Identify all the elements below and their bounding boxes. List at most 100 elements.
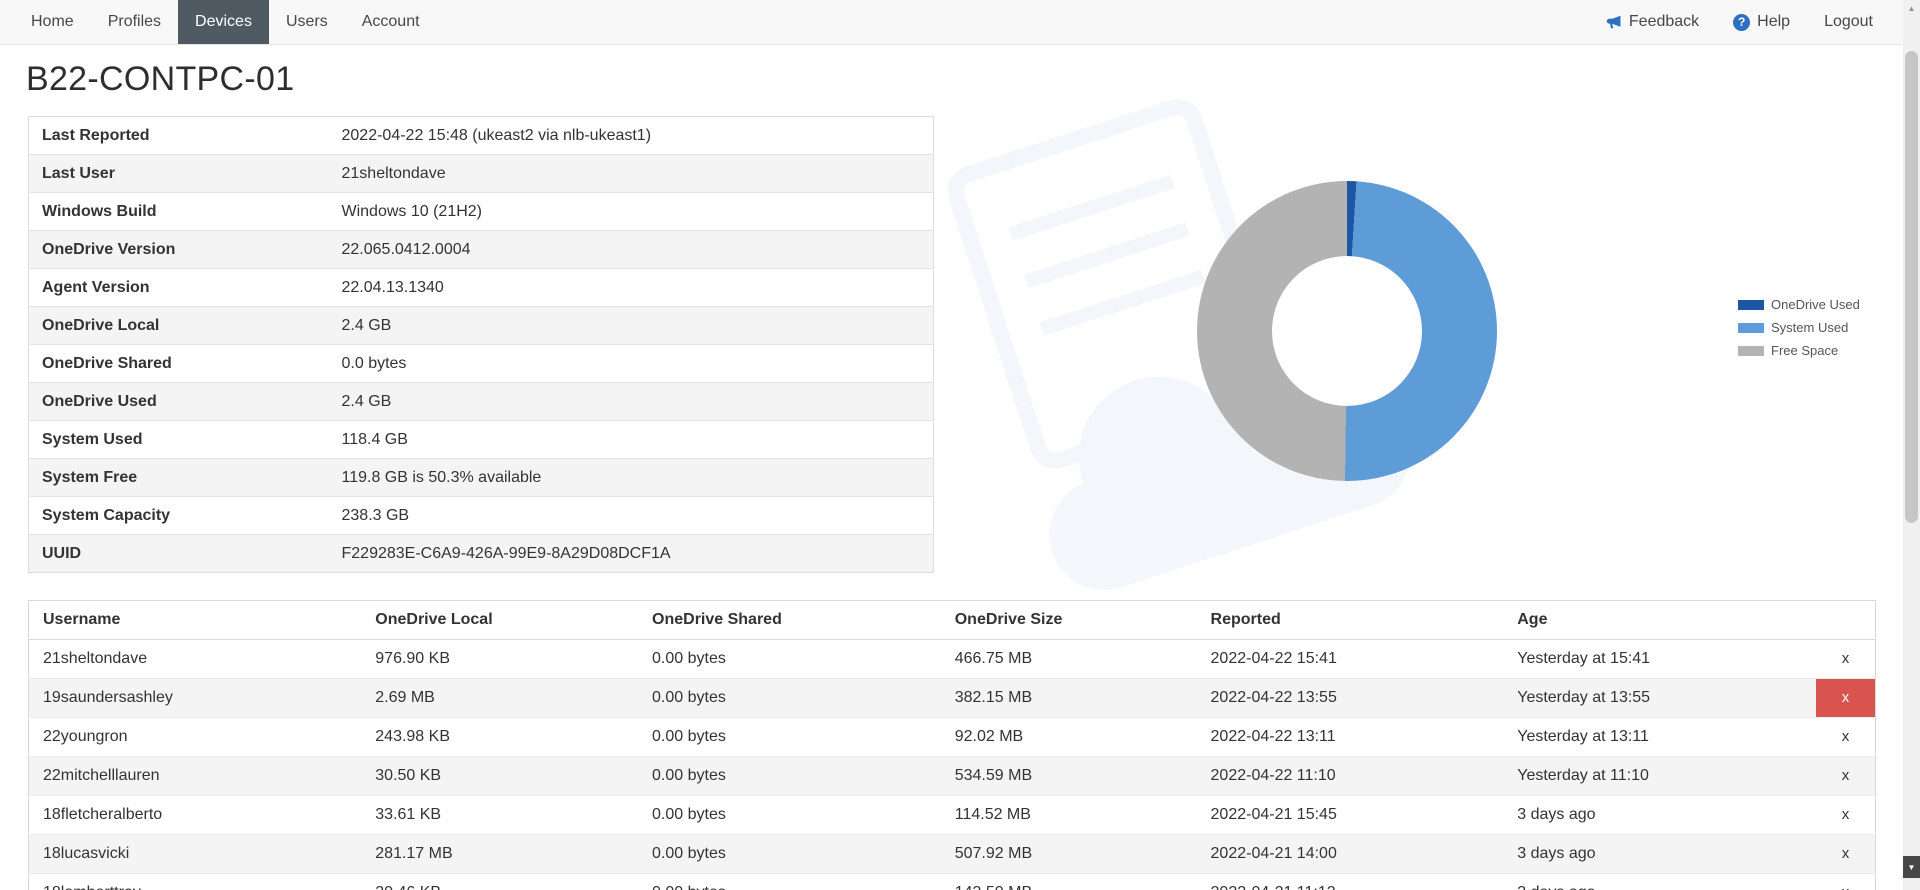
detail-value: 119.8 GB is 50.3% available <box>329 459 934 497</box>
details-row: OneDrive Local2.4 GB <box>29 307 934 345</box>
users-header-username: Username <box>29 601 362 640</box>
nav-tab-users[interactable]: Users <box>269 0 345 44</box>
user-cell-action: x <box>1816 796 1876 835</box>
device-details-table: Last Reported2022-04-22 15:48 (ukeast2 v… <box>28 116 934 573</box>
user-cell-size: 114.52 MB <box>941 796 1197 835</box>
detail-value: 2.4 GB <box>329 383 934 421</box>
user-cell-reported: 2022-04-21 11:12 <box>1197 874 1504 890</box>
scroll-down-arrow-icon[interactable]: ▼ <box>1903 856 1920 878</box>
user-row: 21sheltondave976.90 KB0.00 bytes466.75 M… <box>29 640 1876 679</box>
nav-feedback[interactable]: Feedback <box>1589 0 1716 44</box>
nav-help[interactable]: ? Help <box>1716 0 1807 44</box>
user-cell-age: 3 days ago <box>1503 874 1816 890</box>
nav-logout-label: Logout <box>1824 13 1873 31</box>
details-row: System Free119.8 GB is 50.3% available <box>29 459 934 497</box>
details-row: Last Reported2022-04-22 15:48 (ukeast2 v… <box>29 117 934 155</box>
donut-chart <box>1197 181 1497 481</box>
user-cell-local: 976.90 KB <box>361 640 638 679</box>
user-row: 22mitchelllauren30.50 KB0.00 bytes534.59… <box>29 757 1876 796</box>
nav-tab-profiles[interactable]: Profiles <box>91 0 178 44</box>
delete-user-button[interactable]: x <box>1816 796 1875 834</box>
user-row: 18lamberttroy30.46 KB0.00 bytes143.50 MB… <box>29 874 1876 890</box>
user-cell-reported: 2022-04-22 13:55 <box>1197 679 1504 718</box>
user-cell-username: 22youngron <box>29 718 362 757</box>
details-row: OneDrive Version22.065.0412.0004 <box>29 231 934 269</box>
user-cell-username: 18fletcheralberto <box>29 796 362 835</box>
details-row: Windows BuildWindows 10 (21H2) <box>29 193 934 231</box>
details-row: System Capacity238.3 GB <box>29 497 934 535</box>
user-cell-local: 30.46 KB <box>361 874 638 890</box>
detail-label: System Capacity <box>29 497 329 535</box>
delete-user-button[interactable]: x <box>1816 718 1875 756</box>
user-row: 19saundersashley2.69 MB0.00 bytes382.15 … <box>29 679 1876 718</box>
user-cell-username: 18lamberttroy <box>29 874 362 890</box>
nav-tab-home[interactable]: Home <box>14 0 91 44</box>
donut-hole <box>1272 256 1422 406</box>
detail-value: 0.0 bytes <box>329 345 934 383</box>
delete-user-button[interactable]: x <box>1816 757 1875 795</box>
detail-value: 21sheltondave <box>329 155 934 193</box>
user-cell-username: 19saundersashley <box>29 679 362 718</box>
detail-value: 22.04.13.1340 <box>329 269 934 307</box>
scrollbar-thumb[interactable] <box>1905 51 1918 523</box>
user-cell-username: 18lucasvicki <box>29 835 362 874</box>
detail-label: Last User <box>29 155 329 193</box>
nav-tab-devices[interactable]: Devices <box>178 0 269 44</box>
delete-user-button[interactable]: x <box>1816 640 1875 678</box>
user-cell-shared: 0.00 bytes <box>638 640 941 679</box>
detail-label: Last Reported <box>29 117 329 155</box>
user-row: 18lucasvicki281.17 MB0.00 bytes507.92 MB… <box>29 835 1876 874</box>
delete-user-button[interactable]: x <box>1816 874 1875 890</box>
user-cell-shared: 0.00 bytes <box>638 796 941 835</box>
user-cell-local: 243.98 KB <box>361 718 638 757</box>
user-cell-username: 22mitchelllauren <box>29 757 362 796</box>
detail-value: 118.4 GB <box>329 421 934 459</box>
top-navigation: HomeProfilesDevicesUsersAccount Feedback… <box>0 0 1920 45</box>
user-cell-shared: 0.00 bytes <box>638 874 941 890</box>
users-header-reported: Reported <box>1197 601 1504 640</box>
detail-label: OneDrive Shared <box>29 345 329 383</box>
detail-label: OneDrive Local <box>29 307 329 345</box>
nav-feedback-label: Feedback <box>1629 13 1699 31</box>
user-cell-shared: 0.00 bytes <box>638 757 941 796</box>
users-header-onedrive-shared: OneDrive Shared <box>638 601 941 640</box>
user-cell-age: Yesterday at 13:11 <box>1503 718 1816 757</box>
legend-item: OneDrive Used <box>1738 297 1860 312</box>
nav-tab-account[interactable]: Account <box>345 0 437 44</box>
user-cell-local: 30.50 KB <box>361 757 638 796</box>
users-header-onedrive-size: OneDrive Size <box>941 601 1197 640</box>
details-row: OneDrive Shared0.0 bytes <box>29 345 934 383</box>
user-cell-shared: 0.00 bytes <box>638 835 941 874</box>
page-title: B22-CONTPC-01 <box>26 60 294 99</box>
legend-swatch <box>1738 300 1764 310</box>
user-cell-reported: 2022-04-22 11:10 <box>1197 757 1504 796</box>
nav-help-label: Help <box>1757 13 1790 31</box>
users-table-header-row: UsernameOneDrive LocalOneDrive SharedOne… <box>29 601 1876 640</box>
help-question-icon: ? <box>1733 14 1750 31</box>
nav-logout[interactable]: Logout <box>1807 0 1890 44</box>
detail-value: 2.4 GB <box>329 307 934 345</box>
user-cell-reported: 2022-04-21 15:45 <box>1197 796 1504 835</box>
user-cell-age: 3 days ago <box>1503 796 1816 835</box>
delete-user-button[interactable]: x <box>1816 835 1875 873</box>
chart-legend: OneDrive UsedSystem UsedFree Space <box>1738 297 1860 358</box>
users-header-age: Age <box>1503 601 1816 640</box>
details-row: OneDrive Used2.4 GB <box>29 383 934 421</box>
vertical-scrollbar[interactable]: ▲ ▼ <box>1903 0 1920 890</box>
detail-value: 22.065.0412.0004 <box>329 231 934 269</box>
detail-label: OneDrive Version <box>29 231 329 269</box>
user-row: 18fletcheralberto33.61 KB0.00 bytes114.5… <box>29 796 1876 835</box>
legend-swatch <box>1738 323 1764 333</box>
legend-item: Free Space <box>1738 343 1860 358</box>
user-cell-size: 466.75 MB <box>941 640 1197 679</box>
user-cell-size: 92.02 MB <box>941 718 1197 757</box>
nav-utility: Feedback ? Help Logout <box>1589 0 1890 44</box>
user-cell-local: 33.61 KB <box>361 796 638 835</box>
user-cell-action: x <box>1816 640 1876 679</box>
delete-user-button[interactable]: x <box>1816 679 1875 717</box>
detail-label: System Used <box>29 421 329 459</box>
users-table: UsernameOneDrive LocalOneDrive SharedOne… <box>28 600 1876 890</box>
scroll-up-arrow-icon[interactable]: ▲ <box>1903 0 1920 17</box>
detail-label: Agent Version <box>29 269 329 307</box>
nav-tabs: HomeProfilesDevicesUsersAccount <box>14 0 437 44</box>
